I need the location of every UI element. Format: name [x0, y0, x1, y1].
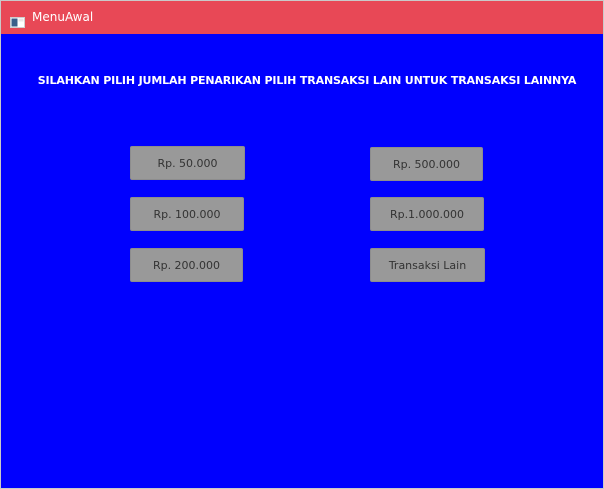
instruction-heading: SILAHKAN PILIH JUMLAH PENARIKAN PILIH TR… — [37, 74, 577, 87]
java-app-icon — [10, 13, 25, 28]
withdraw-100000-button[interactable]: Rp. 100.000 — [130, 197, 244, 231]
title-bar[interactable]: MenuAwal — [1, 1, 603, 34]
other-transaction-button[interactable]: Transaksi Lain — [370, 248, 485, 282]
window-title: MenuAwal — [32, 10, 94, 24]
main-panel: SILAHKAN PILIH JUMLAH PENARIKAN PILIH TR… — [1, 34, 603, 488]
main-window: MenuAwal SILAHKAN PILIH JUMLAH PENARIKAN… — [0, 0, 604, 489]
withdraw-50000-button[interactable]: Rp. 50.000 — [130, 146, 245, 180]
withdraw-1000000-button[interactable]: Rp.1.000.000 — [370, 197, 484, 231]
withdraw-500000-button[interactable]: Rp. 500.000 — [370, 147, 483, 181]
withdraw-200000-button[interactable]: Rp. 200.000 — [130, 248, 243, 282]
